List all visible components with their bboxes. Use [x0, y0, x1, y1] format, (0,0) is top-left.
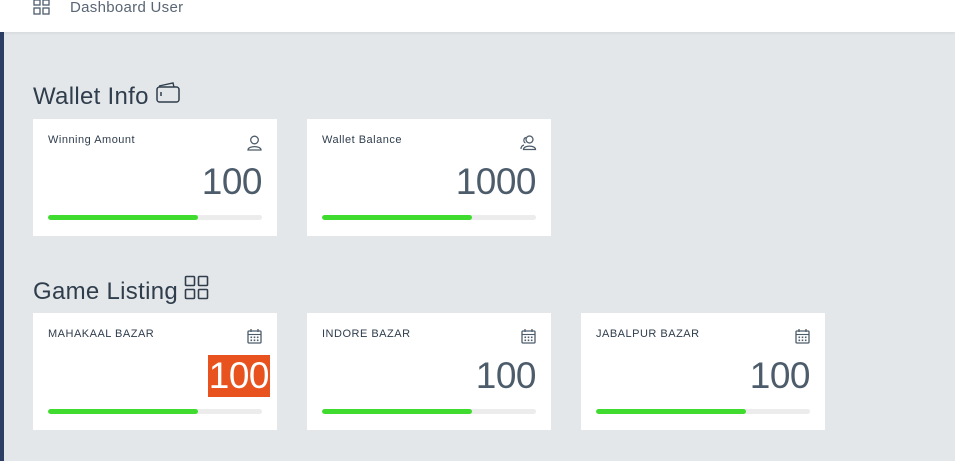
progress-fill — [322, 215, 472, 220]
progress-bar — [48, 409, 262, 414]
card-label: JABALPUR BAZAR — [596, 328, 700, 340]
card-label: INDORE BAZAR — [322, 328, 411, 340]
users-icon — [520, 134, 537, 151]
games-section-label: Game Listing — [33, 277, 178, 305]
grid-icon[interactable] — [33, 0, 50, 15]
games-section-title: Game Listing — [33, 275, 210, 308]
user-icon — [246, 134, 263, 151]
wallet-balance-card[interactable]: Wallet Balance 1000 — [307, 119, 551, 236]
progress-fill — [48, 215, 198, 220]
progress-bar — [48, 215, 262, 220]
calendar-icon — [246, 328, 263, 345]
progress-fill — [48, 409, 198, 414]
top-bar: Dashboard User — [0, 0, 955, 32]
card-label: MAHAKAAL BAZAR — [48, 328, 155, 340]
card-label: Wallet Balance — [322, 134, 402, 146]
progress-fill — [322, 409, 472, 414]
calendar-icon — [794, 328, 811, 345]
grid-icon — [184, 275, 210, 308]
page-title: Dashboard User — [70, 0, 184, 16]
game-card-mahakaal-bazar[interactable]: MAHAKAAL BAZAR 100 — [33, 313, 277, 430]
wallet-icon — [155, 82, 181, 111]
progress-fill — [596, 409, 746, 414]
card-value: 100 — [749, 355, 811, 396]
game-card-jabalpur-bazar[interactable]: JABALPUR BAZAR 100 — [581, 313, 825, 430]
winning-amount-card[interactable]: Winning Amount 100 — [33, 119, 277, 236]
card-value: 100 — [201, 161, 263, 202]
card-value: 100 — [207, 355, 270, 397]
card-value: 1000 — [455, 161, 537, 202]
progress-bar — [322, 409, 536, 414]
card-value: 100 — [475, 355, 537, 396]
progress-bar — [596, 409, 810, 414]
game-card-indore-bazar[interactable]: INDORE BAZAR 100 — [307, 313, 551, 430]
progress-bar — [322, 215, 536, 220]
sidebar-edge — [0, 0, 4, 461]
calendar-icon — [520, 328, 537, 345]
card-label: Winning Amount — [48, 134, 136, 146]
wallet-section-label: Wallet Info — [33, 82, 149, 110]
wallet-section-title: Wallet Info — [33, 82, 181, 111]
